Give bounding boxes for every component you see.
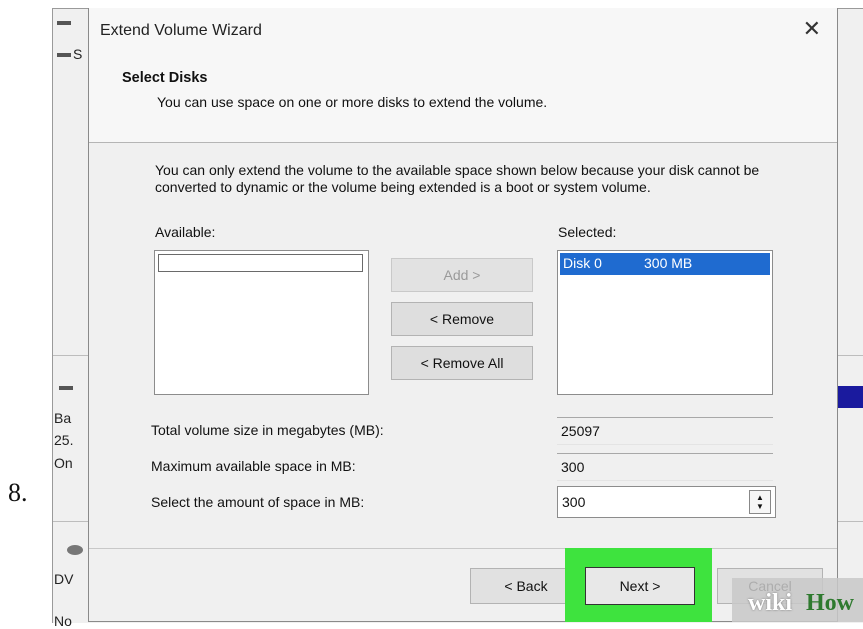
focus-outline (158, 254, 363, 272)
disk-name: Disk 0 (563, 255, 602, 271)
spinner-buttons[interactable]: ▲ ▼ (749, 490, 771, 514)
footer-divider (89, 548, 837, 549)
amount-label: Select the amount of space in MB: (151, 494, 365, 510)
spin-down-icon[interactable]: ▼ (756, 502, 764, 511)
dialog-title: Extend Volume Wizard (100, 22, 262, 39)
watermark-wiki: wiki (748, 590, 793, 616)
remove-button[interactable]: < Remove (391, 302, 533, 336)
amount-spinner[interactable]: 300 ▲ ▼ (557, 486, 776, 518)
dialog-header: Extend Volume Wizard ✕ Select Disks You … (89, 8, 837, 143)
bg-label: On (54, 455, 73, 471)
next-button[interactable]: Next > (585, 567, 695, 605)
bg-label: 25. (54, 432, 74, 448)
amount-value[interactable]: 300 (562, 494, 585, 510)
notice-text: You can only extend the volume to the av… (155, 162, 760, 195)
section-title: Select Disks (122, 70, 208, 86)
available-label: Available: (155, 224, 216, 240)
bg-label: No (54, 613, 72, 629)
add-button[interactable]: Add > (391, 258, 533, 292)
section-description: You can use space on one or more disks t… (157, 94, 548, 110)
watermark-how: How (806, 590, 854, 616)
disk-icon (57, 21, 71, 25)
max-space-field: 300 (557, 453, 773, 481)
total-size-label: Total volume size in megabytes (MB): (151, 422, 384, 438)
disk-icon (57, 53, 71, 57)
dvd-icon (67, 545, 83, 555)
max-space-label: Maximum available space in MB: (151, 458, 356, 474)
total-size-field: 25097 (557, 417, 773, 445)
disk-icon (59, 386, 73, 390)
remove-all-button[interactable]: < Remove All (391, 346, 533, 380)
volume-bar (834, 386, 863, 408)
spin-up-icon[interactable]: ▲ (756, 493, 764, 502)
extend-volume-wizard-dialog: Extend Volume Wizard ✕ Select Disks You … (88, 8, 838, 622)
available-list[interactable] (154, 250, 369, 395)
bg-label: Ba (54, 410, 72, 426)
step-number: 8. (8, 478, 28, 507)
selected-label: Selected: (558, 224, 617, 240)
close-icon[interactable]: ✕ (803, 18, 821, 40)
selected-list[interactable]: Disk 0 300 MB (557, 250, 773, 395)
bg-label: DV (54, 571, 74, 587)
disk-size: 300 MB (644, 255, 693, 271)
bg-label: S (73, 46, 83, 62)
selected-disk-row[interactable]: Disk 0 300 MB (560, 253, 770, 275)
